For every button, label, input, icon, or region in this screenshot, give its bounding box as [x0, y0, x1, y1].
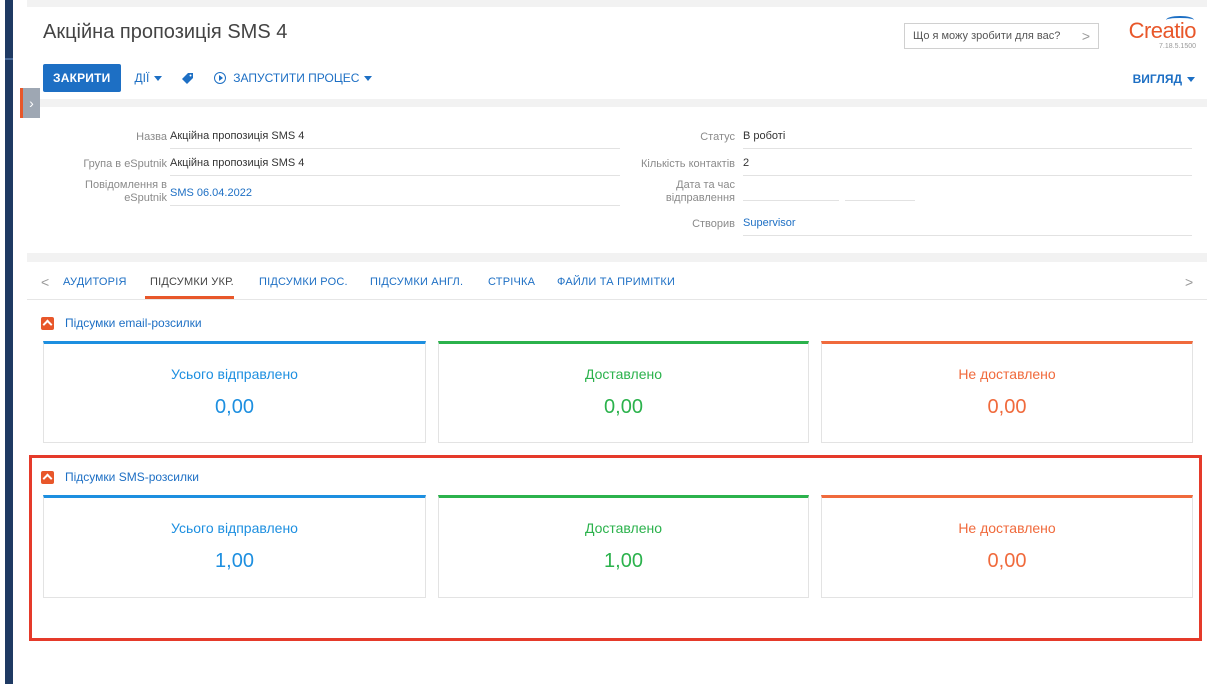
metric-value: 0,00	[987, 396, 1027, 418]
version-label: 7.18.5.1500	[1159, 43, 1196, 50]
message-label: Повідомлення в eSputnik	[57, 179, 167, 205]
status-label: Статус	[700, 131, 735, 143]
status-field[interactable]: В роботі	[743, 129, 1192, 149]
send-label-line1: Дата та час	[676, 179, 735, 191]
contacts-field: 2	[743, 156, 1192, 176]
email-not-delivered-card: Не доставлено 0,00	[821, 341, 1193, 443]
chevron-right-icon[interactable]: >	[1185, 274, 1193, 290]
metric-title: Усього відправлено	[171, 366, 298, 382]
search-input[interactable]: Що я можу зробити для вас? >	[904, 23, 1099, 49]
view-menu[interactable]: ВИГЛЯД	[1133, 72, 1195, 86]
logo-swoosh	[1166, 16, 1194, 24]
metric-title: Не доставлено	[958, 366, 1056, 382]
tab-files-notes[interactable]: ФАЙЛИ ТА ПРИМІТКИ	[557, 276, 675, 288]
record-fields: Назва Акційна пропозиція SMS 4 Група в e…	[27, 107, 1207, 253]
tag-button[interactable]	[182, 72, 194, 84]
sidebar-expand-button[interactable]: ›	[20, 88, 40, 118]
play-circle-icon	[214, 72, 227, 84]
email-total-sent-card: Усього відправлено 0,00	[43, 341, 426, 443]
group-label: Група в eSputnik	[83, 158, 167, 170]
collapse-icon	[41, 316, 54, 330]
app-sidebar	[0, 0, 20, 684]
run-process-menu[interactable]: ЗАПУСТИТИ ПРОЦЕС	[214, 71, 373, 85]
tab-summary-eng[interactable]: ПІДСУМКИ АНГЛ.	[370, 276, 463, 288]
message-link[interactable]: SMS 06.04.2022	[170, 186, 620, 206]
actions-menu[interactable]: ДІЇ	[135, 71, 163, 85]
tab-audience[interactable]: АУДИТОРІЯ	[63, 276, 127, 288]
contacts-label: Кількість контактів	[640, 158, 735, 170]
toolbar: ЗАКРИТИ ДІЇ ЗАПУСТИТИ ПРОЦЕС	[43, 64, 392, 92]
active-tab-indicator	[145, 296, 234, 299]
search-placeholder: Що я можу зробити для вас?	[913, 30, 1061, 42]
tab-feed[interactable]: СТРІЧКА	[488, 276, 535, 288]
email-summary-title: Підсумки email-розсилки	[65, 316, 202, 330]
send-date-field[interactable]	[743, 181, 839, 201]
run-process-label: ЗАПУСТИТИ ПРОЦЕС	[233, 71, 360, 85]
chevron-right-icon: ›	[29, 95, 34, 111]
message-label-line2: eSputnik	[124, 192, 167, 204]
message-label-line1: Повідомлення в	[85, 179, 167, 191]
tab-summary-rus[interactable]: ПІДСУМКИ РОС.	[259, 276, 348, 288]
tab-bar: < АУДИТОРІЯ ПІДСУМКИ УКР. ПІДСУМКИ РОС. …	[27, 262, 1207, 300]
tag-icon	[182, 73, 194, 84]
chevron-right-icon: >	[1081, 28, 1090, 44]
chevron-down-icon	[154, 75, 163, 81]
chevron-down-icon	[1187, 76, 1195, 82]
email-summary-header[interactable]: Підсумки email-розсилки	[41, 316, 202, 330]
tab-summary-ukr[interactable]: ПІДСУМКИ УКР.	[150, 276, 234, 288]
email-delivered-card: Доставлено 0,00	[438, 341, 809, 443]
close-button[interactable]: ЗАКРИТИ	[43, 64, 121, 92]
name-label: Назва	[136, 131, 167, 143]
sms-summary-highlight	[29, 455, 1202, 641]
metric-title: Доставлено	[584, 366, 663, 382]
metric-value: 0,00	[215, 396, 254, 418]
name-field[interactable]: Акційна пропозиція SMS 4	[170, 129, 620, 149]
chevron-left-icon[interactable]: <	[41, 274, 49, 290]
send-datetime-label: Дата та час відправлення	[627, 179, 735, 205]
sidebar-notch	[5, 58, 13, 60]
created-by-label: Створив	[692, 218, 735, 230]
send-time-field[interactable]	[845, 181, 915, 201]
page-title: Акційна пропозиція SMS 4	[43, 21, 288, 43]
group-field[interactable]: Акційна пропозиція SMS 4	[170, 156, 620, 176]
creatio-logo: Creatio 7.18.5.1500	[1116, 16, 1197, 52]
chevron-down-icon	[364, 75, 373, 81]
metric-value: 0,00	[604, 396, 643, 418]
sidebar-strip	[5, 0, 13, 684]
send-label-line2: відправлення	[665, 192, 735, 204]
view-label: ВИГЛЯД	[1132, 72, 1182, 86]
created-by-link[interactable]: Supervisor	[743, 216, 1192, 236]
actions-label: ДІЇ	[134, 71, 150, 85]
page-header: Акційна пропозиція SMS 4 ЗАКРИТИ ДІЇ ЗАП…	[27, 7, 1207, 99]
